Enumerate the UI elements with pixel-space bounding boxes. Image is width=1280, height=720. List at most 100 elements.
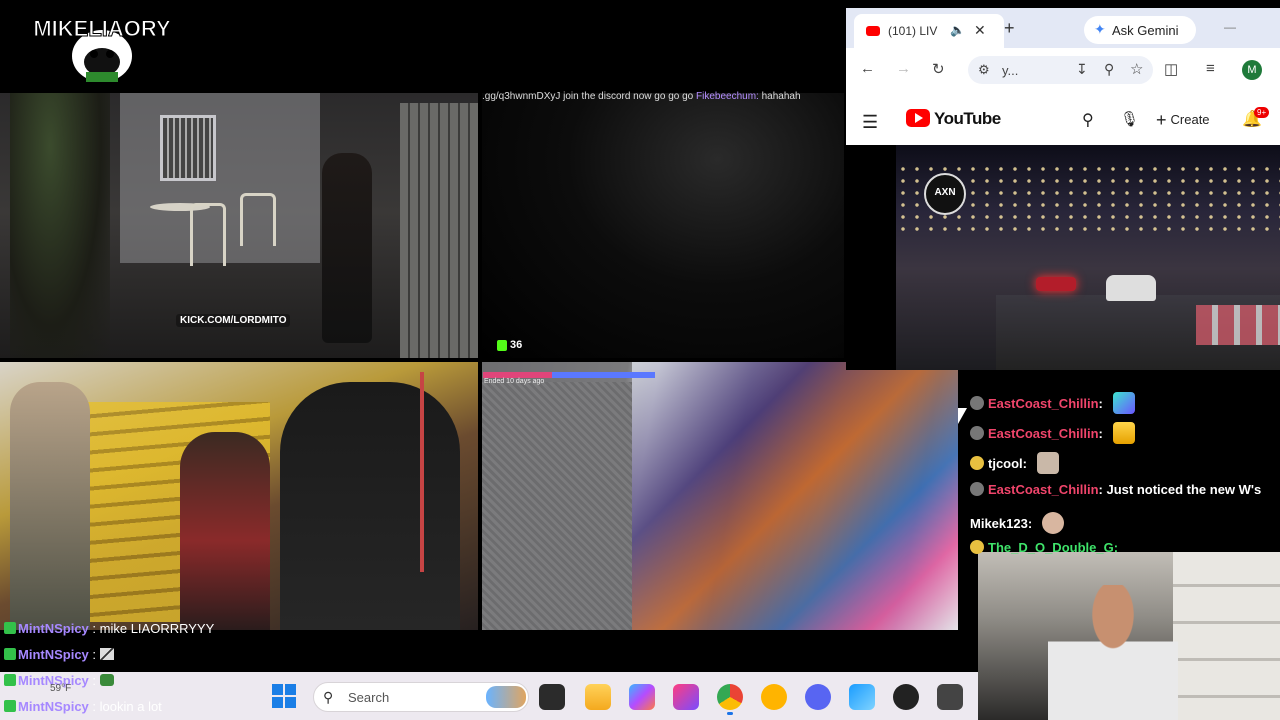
new-tab-button[interactable]: + bbox=[1004, 18, 1015, 39]
feed-status-text: Ended 10 days ago bbox=[484, 378, 545, 385]
ask-gemini-button[interactable]: ✦ Ask Gemini bbox=[1084, 16, 1196, 44]
address-bar[interactable]: ⚙ y... ↧ ⚲ ☆ bbox=[968, 56, 1153, 84]
reload-icon[interactable]: ↻ bbox=[932, 60, 945, 78]
app-icon[interactable] bbox=[849, 684, 875, 710]
kick-channel-tag: KICK.COM/LORDMITO bbox=[176, 314, 291, 327]
face-emote-icon bbox=[1041, 512, 1064, 534]
ticker-nick: Fikebeechum: bbox=[696, 91, 759, 102]
chat-nick: MintNSpicy bbox=[18, 647, 89, 662]
chat-nick: tjcool: bbox=[988, 456, 1027, 471]
chat-message: EastCoast_Chillin: bbox=[970, 422, 1135, 444]
tab-search-icon[interactable]: ≡ bbox=[1206, 60, 1215, 77]
search-highlight-image bbox=[486, 686, 526, 708]
webcam-feed bbox=[978, 550, 1280, 720]
copilot-app-icon[interactable] bbox=[629, 684, 655, 710]
discord-app-icon[interactable] bbox=[805, 684, 831, 710]
chat-nick: MintNSpicy bbox=[18, 621, 89, 636]
gemini-label: Ask Gemini bbox=[1112, 23, 1179, 38]
chat-message: EastCoast_Chillin: Just noticed the new … bbox=[970, 482, 1261, 497]
zoom-icon[interactable]: ⚲ bbox=[1104, 61, 1114, 78]
paint-app-icon[interactable] bbox=[673, 684, 699, 710]
youtube-brand[interactable]: YouTube bbox=[934, 109, 1001, 129]
knife-emote-icon bbox=[99, 648, 114, 660]
create-label: Create bbox=[1170, 112, 1210, 127]
stream-logo: MIKELIAORY bbox=[33, 16, 171, 82]
green-emote-icon bbox=[99, 674, 114, 686]
video-feed-top-right bbox=[482, 93, 844, 358]
browser-window: (101) LIV 🔈 ✕ + ✦ Ask Gemini — ← → ↻ ⚙ y… bbox=[846, 8, 1280, 370]
extensions-icon[interactable]: ◫ bbox=[1164, 60, 1178, 78]
w-emote-icon bbox=[1112, 392, 1135, 414]
back-icon[interactable]: ← bbox=[860, 60, 875, 77]
chat-panel: EastCoast_Chillin: EastCoast_Chillin: tj… bbox=[958, 362, 1280, 555]
chat-nick: MintNSpicy bbox=[18, 699, 89, 714]
browser-tab-youtube[interactable]: (101) LIV 🔈 ✕ bbox=[854, 14, 1004, 48]
chat-message: MintNSpicy : lookin a lot bbox=[4, 699, 162, 714]
microphone-icon[interactable]: 🎙 bbox=[1120, 110, 1139, 128]
chat-message: The_D_O_Double_G: bbox=[970, 540, 1118, 555]
gemini-icon: ✦ bbox=[1094, 21, 1106, 37]
minimize-icon[interactable]: — bbox=[1224, 20, 1236, 34]
kick-icon bbox=[497, 340, 507, 351]
ticker-message: hahahah bbox=[761, 91, 801, 102]
weather-temperature[interactable]: 59°F bbox=[50, 683, 71, 694]
chat-text: : bbox=[1098, 426, 1103, 441]
folder-app-icon[interactable] bbox=[585, 684, 611, 710]
weather-app-icon[interactable] bbox=[761, 684, 787, 710]
chat-text: : lookin a lot bbox=[92, 699, 162, 714]
streamer bbox=[1048, 585, 1178, 720]
video-feed-top-left: KICK.COM/LORDMITO bbox=[0, 93, 478, 358]
profile-avatar[interactable]: M bbox=[1242, 60, 1262, 80]
chat-badge-icon bbox=[4, 674, 16, 686]
search-label: Search bbox=[348, 690, 390, 705]
mouse-cursor bbox=[958, 408, 967, 424]
chat-nick: The_D_O_Double_G: bbox=[988, 540, 1119, 555]
srt-app-icon[interactable] bbox=[937, 684, 963, 710]
close-tab-icon[interactable]: ✕ bbox=[974, 22, 986, 39]
chat-message: Mikek123: bbox=[970, 512, 1064, 534]
taskbar-search[interactable]: ⚲ Search bbox=[313, 682, 529, 712]
chat-nick: Mikek123: bbox=[970, 516, 1033, 531]
cat-emote-icon bbox=[1036, 452, 1059, 474]
site-info-icon[interactable]: ⚙ bbox=[978, 62, 990, 78]
white-car bbox=[1106, 275, 1156, 301]
create-button[interactable]: + Create bbox=[1156, 110, 1210, 131]
youtube-favicon-icon bbox=[866, 26, 880, 36]
menu-icon[interactable]: ☰ bbox=[862, 112, 878, 133]
chat-nick: EastCoast_Chillin bbox=[988, 426, 1099, 441]
patio-chair bbox=[240, 193, 276, 246]
chat-text: : Just noticed the new W's bbox=[1098, 482, 1262, 497]
card-display-case bbox=[632, 362, 958, 630]
chrome-app-icon[interactable] bbox=[717, 684, 743, 710]
chat-text: : mike LIAORRRYYY bbox=[92, 621, 215, 636]
youtube-video-player[interactable]: AXN bbox=[846, 145, 1280, 370]
active-indicator bbox=[727, 712, 733, 715]
barred-window bbox=[160, 115, 216, 181]
video-feed-bottom-left bbox=[0, 362, 478, 630]
start-button[interactable] bbox=[272, 684, 296, 708]
bookmark-star-icon[interactable]: ☆ bbox=[1130, 60, 1143, 78]
logo-text: MIKELIAORY bbox=[33, 16, 171, 41]
recorder-app-icon[interactable] bbox=[893, 684, 919, 710]
shelf bbox=[1173, 550, 1280, 720]
chat-text: : bbox=[92, 647, 97, 662]
user-avatar bbox=[970, 426, 984, 440]
video-feed-bottom-middle bbox=[482, 362, 958, 630]
chat-nick: EastCoast_Chillin bbox=[988, 396, 1099, 411]
viewer-count: 36 bbox=[510, 339, 523, 351]
forward-icon[interactable]: → bbox=[896, 60, 911, 77]
user-avatar bbox=[970, 540, 984, 554]
tree bbox=[10, 93, 110, 358]
tab-title: (101) LIV bbox=[888, 24, 938, 38]
speaker-icon[interactable]: 🔈 bbox=[950, 23, 965, 37]
carpet-floor bbox=[482, 382, 632, 630]
user-avatar bbox=[970, 456, 984, 470]
url-text: y... bbox=[1002, 63, 1019, 78]
search-icon[interactable]: ⚲ bbox=[1082, 110, 1094, 130]
user-avatar bbox=[970, 396, 984, 410]
street-barrier bbox=[1196, 305, 1280, 345]
file-explorer-app-icon[interactable] bbox=[539, 684, 565, 710]
chat-text: : bbox=[1098, 396, 1103, 411]
install-icon[interactable]: ↧ bbox=[1076, 61, 1088, 78]
chat-message: EastCoast_Chillin: bbox=[970, 392, 1135, 414]
